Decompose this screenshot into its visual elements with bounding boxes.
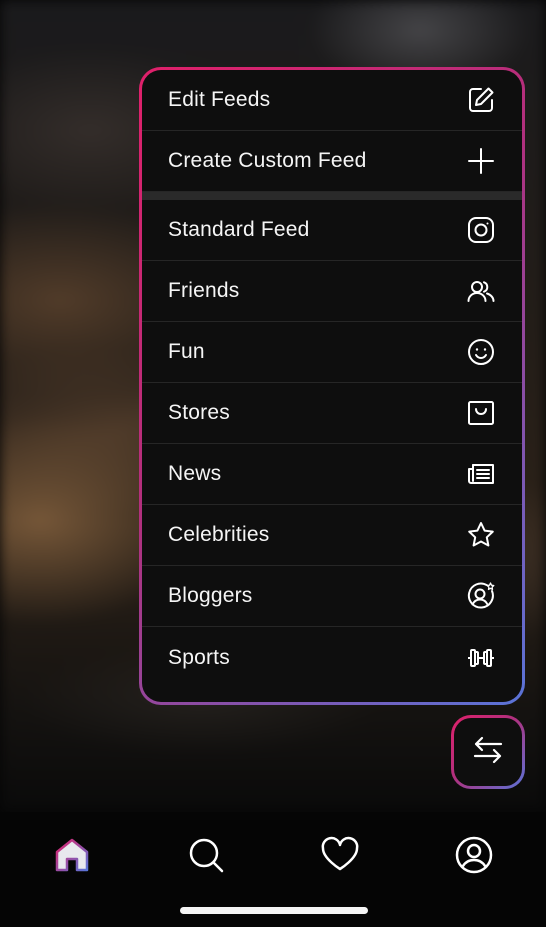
menu-item-label: Bloggers (168, 584, 253, 607)
menu-item-label: Create Custom Feed (168, 149, 367, 172)
feed-menu-panel: Edit Feeds Create Custom Feed Standard F… (142, 70, 522, 702)
menu-item-label: Stores (168, 401, 230, 424)
feed-switcher-inner (454, 718, 522, 786)
swap-arrows-icon (471, 733, 505, 772)
heart-icon (320, 835, 360, 880)
blogger-icon (466, 581, 496, 611)
menu-item-label: Celebrities (168, 523, 270, 546)
tab-home[interactable] (47, 832, 97, 882)
friends-icon (466, 276, 496, 306)
star-icon (466, 520, 496, 550)
feed-menu: Edit Feeds Create Custom Feed Standard F… (139, 67, 525, 705)
menu-item-label: Sports (168, 645, 230, 669)
menu-item-fun[interactable]: Fun (142, 322, 522, 383)
menu-item-edit-feeds[interactable]: Edit Feeds (142, 70, 522, 131)
profile-icon (454, 835, 494, 880)
menu-item-stores[interactable]: Stores (142, 383, 522, 444)
menu-item-news[interactable]: News (142, 444, 522, 505)
menu-item-friends[interactable]: Friends (142, 261, 522, 322)
smiley-icon (466, 337, 496, 367)
menu-item-create-custom-feed[interactable]: Create Custom Feed (142, 131, 522, 192)
tab-likes[interactable] (315, 832, 365, 882)
plus-icon (466, 146, 496, 176)
menu-item-label: News (168, 462, 222, 485)
menu-item-label: Fun (168, 340, 205, 363)
instagram-icon (466, 215, 496, 245)
home-icon (52, 835, 92, 880)
menu-item-bloggers[interactable]: Bloggers (142, 566, 522, 627)
edit-icon (466, 85, 496, 115)
home-indicator (180, 907, 368, 914)
search-icon (186, 835, 226, 880)
menu-section-divider (142, 192, 522, 200)
menu-item-sports[interactable]: Sports (142, 627, 522, 688)
menu-item-standard-feed[interactable]: Standard Feed (142, 200, 522, 261)
feed-switcher-button[interactable] (451, 715, 525, 789)
shopping-bag-icon (466, 398, 496, 428)
menu-item-label: Standard Feed (168, 218, 310, 241)
menu-item-label: Edit Feeds (168, 88, 271, 111)
menu-item-celebrities[interactable]: Celebrities (142, 505, 522, 566)
tab-search[interactable] (181, 832, 231, 882)
dumbbell-icon (466, 643, 496, 673)
newspaper-icon (466, 459, 496, 489)
tab-profile[interactable] (449, 832, 499, 882)
menu-item-label: Friends (168, 279, 240, 302)
